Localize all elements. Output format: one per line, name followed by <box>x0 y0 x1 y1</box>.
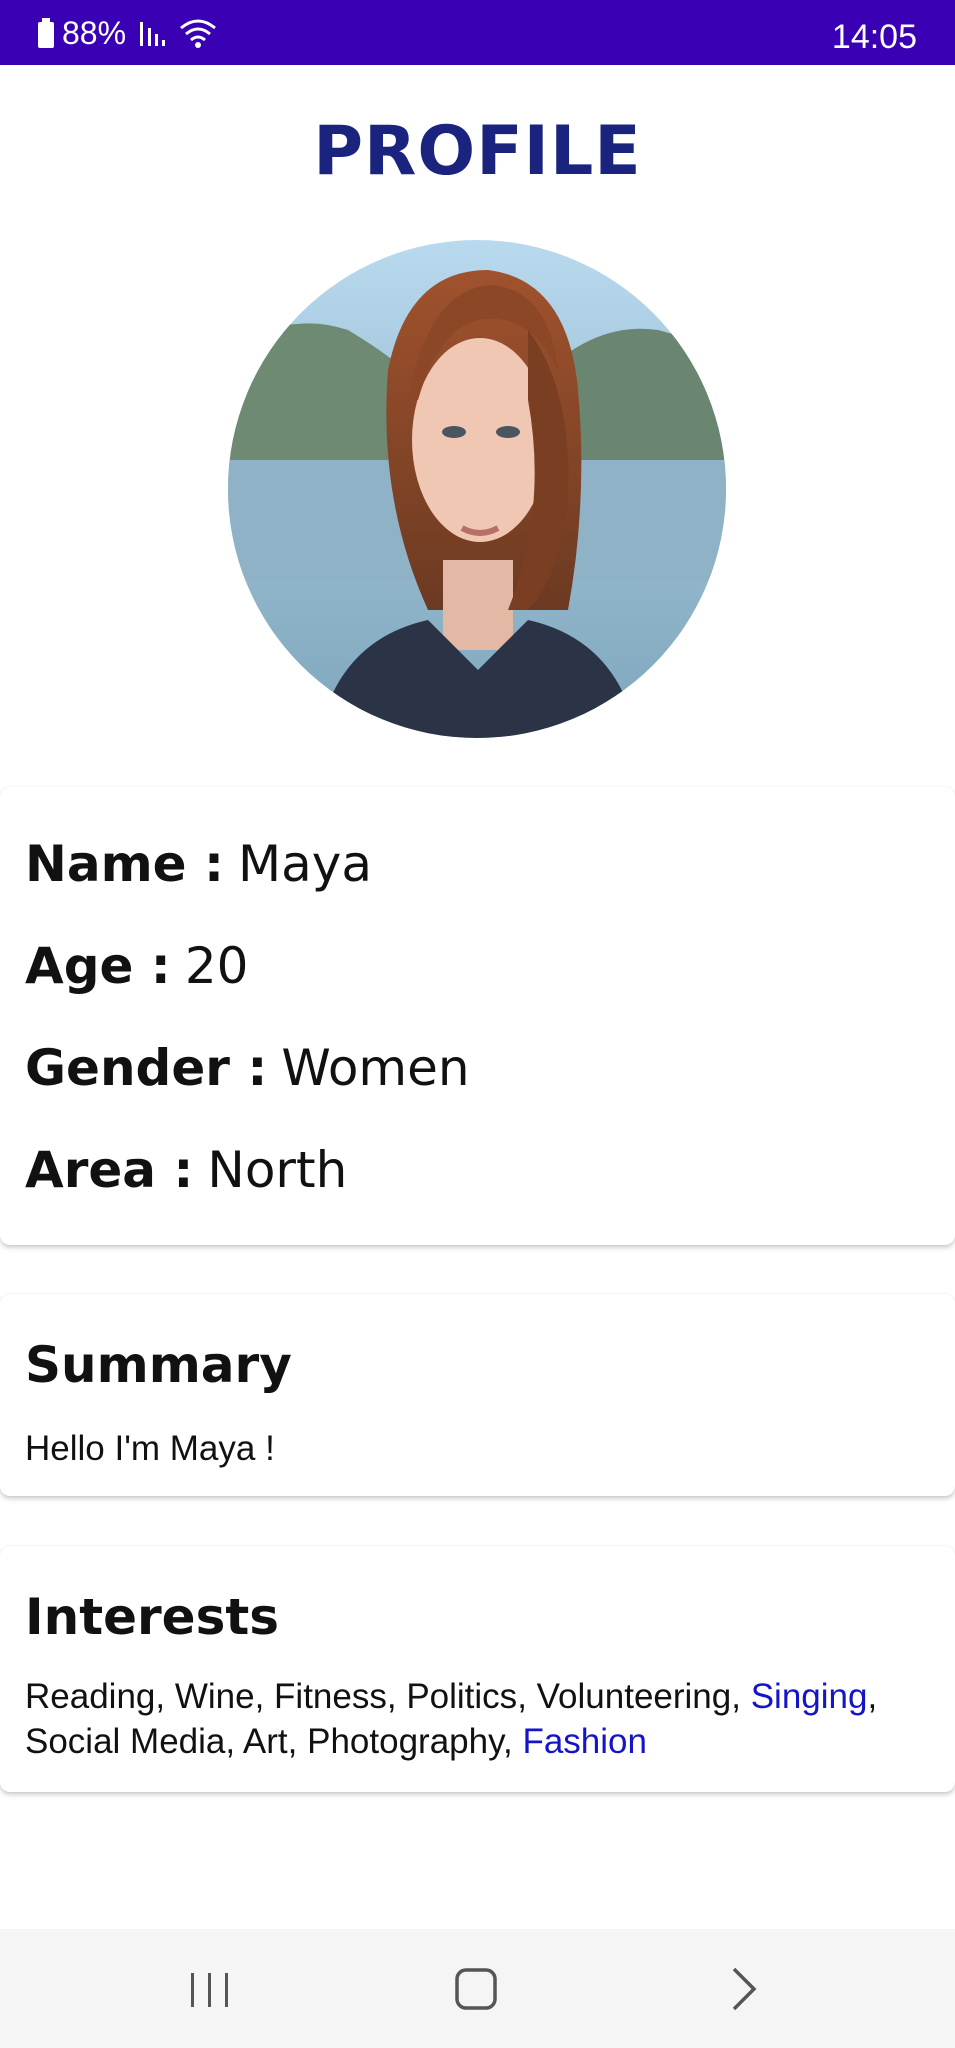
wifi-icon <box>180 19 216 48</box>
interest-item: Volunteering <box>536 1677 732 1716</box>
status-time: 14:05 <box>831 18 917 56</box>
back-icon[interactable] <box>712 1961 772 2017</box>
interest-item-highlighted: Fashion <box>522 1722 647 1761</box>
interest-item: Wine <box>174 1677 255 1716</box>
interests-text: Reading, Wine, Fitness, Politics, Volunt… <box>25 1677 878 1761</box>
gender-label: Gender : <box>25 1039 268 1097</box>
interests-card: Interests Reading, Wine, Fitness, Politi… <box>0 1546 955 1792</box>
profile-info-card: Name : Maya Age :20 Gender : Women Area :N… <box>0 787 955 1245</box>
status-left: 88% <box>36 14 218 51</box>
area-value: North <box>207 1141 348 1199</box>
name-value: Maya <box>238 835 373 893</box>
battery-percent: 88% <box>62 14 127 51</box>
profile-avatar[interactable] <box>228 240 726 738</box>
status-bar: 88% 14:05 <box>0 0 955 65</box>
interest-item: Art <box>242 1722 288 1761</box>
age-value: 20 <box>184 937 249 995</box>
summary-text: Hello I'm Maya ! <box>25 1429 275 1468</box>
area-label: Area : <box>25 1141 194 1199</box>
name-label: Name : <box>25 835 224 893</box>
recent-apps-icon[interactable] <box>180 1961 240 2017</box>
age-row: Age :20 <box>25 937 248 995</box>
interest-item: Reading <box>25 1677 156 1716</box>
home-icon[interactable] <box>446 1961 506 2017</box>
interest-item-highlighted: Singing <box>750 1677 868 1716</box>
interest-item: Fitness <box>274 1677 387 1716</box>
name-row: Name : Maya <box>25 835 372 893</box>
interest-item: Social Media <box>25 1722 226 1761</box>
avatar-photo <box>228 240 726 738</box>
system-nav-bar <box>0 1929 955 2048</box>
interests-heading: Interests <box>25 1588 280 1646</box>
interest-item: Photography <box>307 1722 503 1761</box>
page-title: PROFILE <box>313 112 642 191</box>
gender-value: Women <box>281 1039 470 1097</box>
gender-row: Gender : Women <box>25 1039 470 1097</box>
area-row: Area : North <box>25 1141 347 1199</box>
interest-item: Politics <box>406 1677 518 1716</box>
summary-heading: Summary <box>25 1336 292 1394</box>
battery-icon <box>38 18 54 48</box>
signal-icon <box>140 22 166 46</box>
age-label: Age : <box>25 937 171 995</box>
summary-card: Summary Hello I'm Maya ! <box>0 1294 955 1496</box>
